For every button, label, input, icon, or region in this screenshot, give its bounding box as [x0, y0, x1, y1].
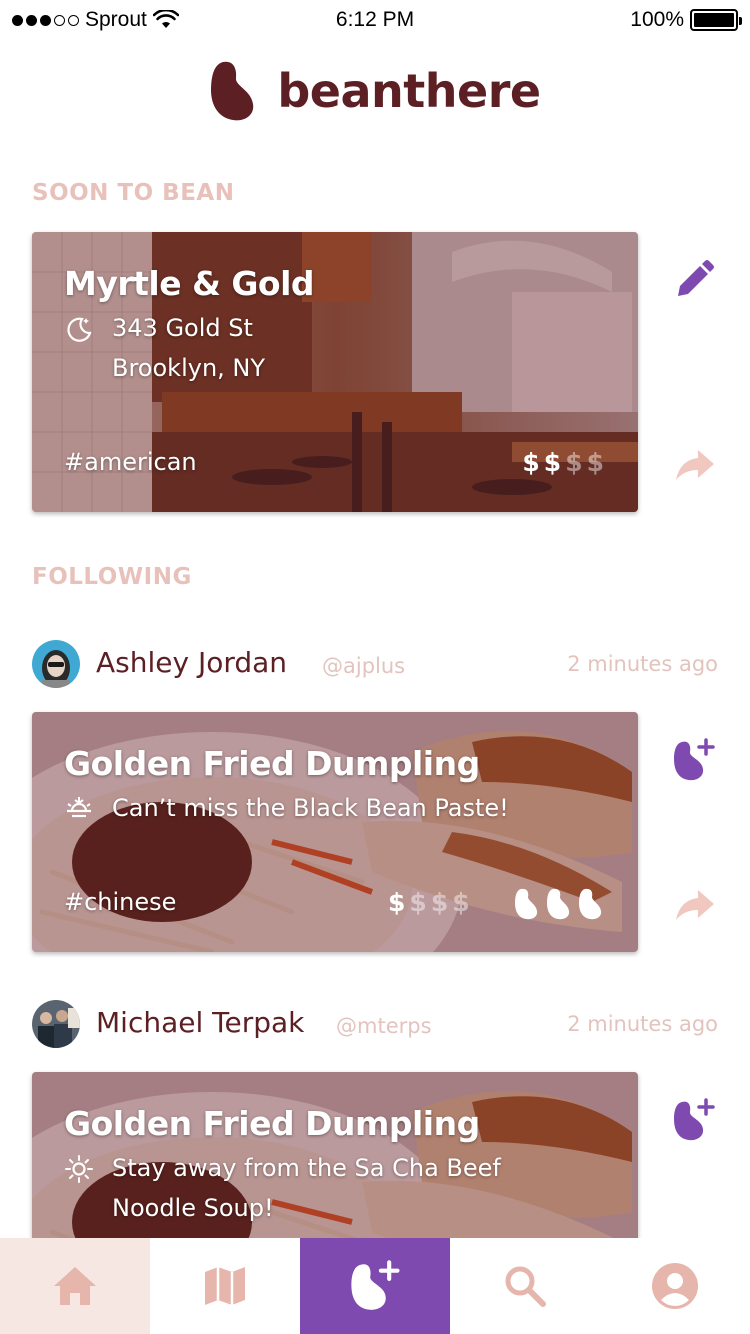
bean-plus-icon[interactable] [672, 738, 716, 782]
post-header: Ashley Jordan @ajplus 2 minutes ago [32, 640, 718, 690]
bean-logo-icon [211, 61, 254, 121]
post-comment-line-1: Stay away from the Sa Cha Beef [112, 1154, 501, 1182]
avatar[interactable] [32, 1000, 80, 1048]
moon-stars-icon [67, 317, 92, 342]
post-time: 2 minutes ago [567, 1012, 718, 1036]
status-bar: Sprout 6:12 PM 100% [0, 0, 750, 40]
user-handle[interactable]: @mterps [336, 1014, 432, 1038]
post-comment: Can’t miss the Black Bean Paste! [112, 794, 509, 822]
app-logo: beanthere [0, 60, 750, 122]
section-soon-to-bean: SOON TO BEAN [32, 180, 235, 206]
share-arrow-icon[interactable] [672, 882, 716, 926]
section-following: FOLLOWING [32, 564, 192, 590]
app-name: beanthere [277, 64, 541, 118]
post-header: Michael Terpak @mterps 2 minutes ago [32, 1000, 718, 1050]
map-icon [205, 1267, 245, 1305]
avatar[interactable] [32, 640, 80, 688]
bean-icon [515, 888, 538, 920]
dish-title: Golden Fried Dumpling [64, 744, 480, 783]
soon-card[interactable]: Myrtle & Gold 343 Gold St Brooklyn, NY #… [32, 232, 638, 512]
bean-rating [514, 888, 602, 920]
home-icon [54, 1267, 96, 1305]
post-card[interactable]: Golden Fried Dumpling Can’t miss the Bla… [32, 712, 638, 952]
tab-home[interactable] [0, 1238, 150, 1334]
user-name[interactable]: Michael Terpak [96, 1006, 304, 1039]
tab-search[interactable] [450, 1238, 600, 1334]
bean-icon [547, 888, 570, 920]
share-arrow-icon[interactable] [672, 442, 716, 486]
tab-add-bean[interactable] [300, 1238, 450, 1334]
address-line-1: 343 Gold St [112, 314, 253, 342]
tab-profile[interactable] [600, 1238, 750, 1334]
bean-icon [579, 888, 602, 920]
post-time: 2 minutes ago [567, 652, 718, 676]
sunset-icon [67, 797, 91, 818]
tab-bar [0, 1238, 750, 1334]
dish-title: Golden Fried Dumpling [64, 1104, 480, 1143]
price-rating: $$$$ [522, 448, 608, 477]
user-handle[interactable]: @ajplus [322, 654, 405, 678]
profile-icon [652, 1263, 698, 1309]
cuisine-tag[interactable]: #chinese [64, 888, 176, 916]
cuisine-tag[interactable]: #american [64, 448, 197, 476]
user-name[interactable]: Ashley Jordan [96, 646, 287, 679]
sun-icon [65, 1155, 93, 1183]
tab-map[interactable] [150, 1238, 300, 1334]
restaurant-title: Myrtle & Gold [64, 264, 315, 303]
battery-percent: 100% [630, 8, 684, 31]
search-icon [505, 1266, 546, 1307]
pencil-icon[interactable] [672, 258, 716, 302]
price-rating: $$$$ [388, 888, 474, 917]
address-line-2: Brooklyn, NY [112, 354, 266, 382]
bean-plus-icon [351, 1260, 400, 1310]
battery-icon [690, 9, 742, 31]
bean-plus-icon[interactable] [672, 1098, 716, 1142]
post-comment-line-2: Noodle Soup! [112, 1194, 274, 1222]
